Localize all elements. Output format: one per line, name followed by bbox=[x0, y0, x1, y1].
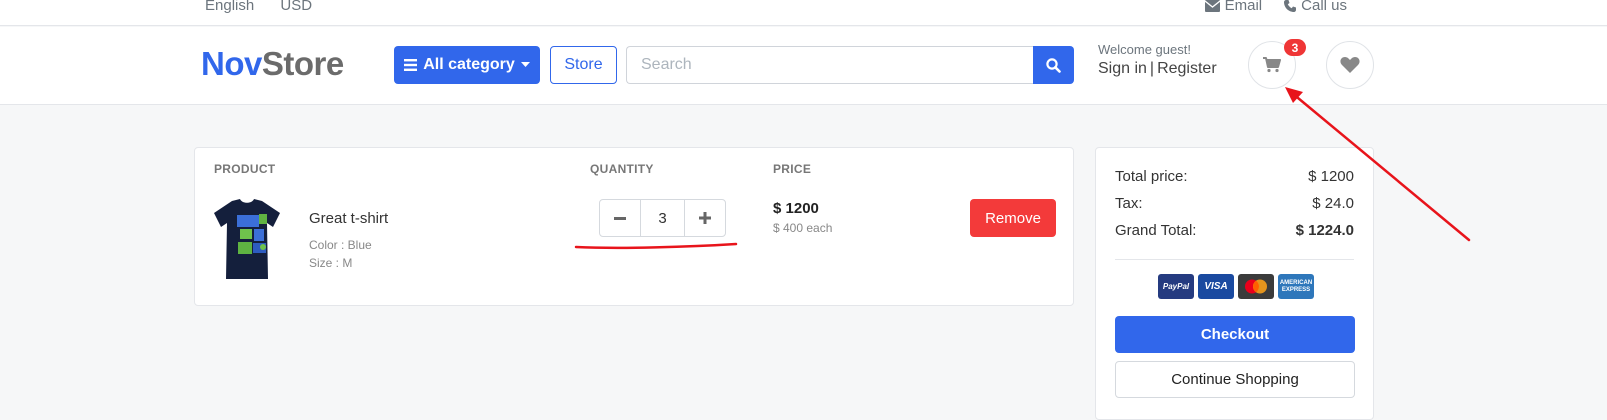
order-summary: Total price: $ 1200 Tax: $ 24.0 Grand To… bbox=[1095, 147, 1374, 420]
product-attributes: Color : Blue Size : M bbox=[309, 236, 372, 272]
column-header-quantity: QUANTITY bbox=[590, 162, 654, 176]
call-label: Call us bbox=[1301, 0, 1347, 14]
store-button[interactable]: Store bbox=[550, 46, 617, 84]
summary-row-total: Total price: $ 1200 bbox=[1115, 168, 1354, 185]
visa-logo: VISA bbox=[1198, 274, 1234, 299]
summary-divider bbox=[1115, 259, 1354, 260]
quantity-stepper: 3 bbox=[599, 199, 726, 237]
product-color: Color : Blue bbox=[309, 238, 372, 252]
item-total-price: $ 1200 bbox=[773, 200, 819, 217]
call-link[interactable]: Call us bbox=[1284, 0, 1347, 14]
product-size: Size : M bbox=[309, 256, 353, 270]
summary-row-tax: Tax: $ 24.0 bbox=[1115, 195, 1354, 212]
cart-table: PRODUCT QUANTITY PRICE Great t-shirt Col… bbox=[194, 147, 1074, 306]
welcome-text: Welcome guest! bbox=[1098, 42, 1191, 57]
mastercard-circles-icon bbox=[1245, 279, 1267, 294]
auth-separator: | bbox=[1149, 60, 1155, 77]
sign-in-link[interactable]: Sign in bbox=[1098, 60, 1147, 77]
store-logo[interactable]: NovStore bbox=[201, 45, 344, 83]
summary-row-grand-total: Grand Total: $ 1224.0 bbox=[1115, 222, 1354, 239]
column-header-price: PRICE bbox=[773, 162, 812, 176]
tax-label: Tax: bbox=[1115, 195, 1143, 212]
email-link[interactable]: Email bbox=[1204, 0, 1263, 14]
email-label: Email bbox=[1224, 0, 1263, 14]
all-category-button[interactable]: All category bbox=[394, 46, 540, 84]
decrease-quantity-button[interactable] bbox=[600, 200, 640, 236]
top-bar: English USD Email Call us bbox=[0, 0, 1607, 26]
minus-icon bbox=[614, 216, 626, 220]
continue-shopping-button[interactable]: Continue Shopping bbox=[1115, 361, 1355, 398]
cart-count-badge: 3 bbox=[1284, 39, 1306, 56]
auth-links: Sign in | Register bbox=[1098, 60, 1217, 78]
search-icon bbox=[1046, 57, 1061, 73]
heart-icon bbox=[1340, 57, 1360, 73]
checkout-button[interactable]: Checkout bbox=[1115, 316, 1355, 353]
increase-quantity-button[interactable] bbox=[685, 200, 725, 236]
remove-item-button[interactable]: Remove bbox=[970, 199, 1056, 237]
logo-part-2: Store bbox=[261, 45, 344, 82]
mastercard-logo bbox=[1238, 274, 1274, 299]
item-unit-price: $ 400 each bbox=[773, 221, 833, 235]
main-header: NovStore All category Store Welcome gues… bbox=[0, 27, 1607, 105]
caret-down-icon bbox=[520, 62, 530, 67]
total-price-value: $ 1200 bbox=[1308, 168, 1354, 185]
quantity-value[interactable]: 3 bbox=[640, 200, 685, 236]
tax-value: $ 24.0 bbox=[1312, 195, 1354, 212]
shopping-cart-icon bbox=[1263, 57, 1281, 73]
logo-part-1: Nov bbox=[201, 45, 262, 82]
search-input[interactable] bbox=[626, 46, 1033, 84]
all-category-label: All category bbox=[423, 56, 515, 73]
wishlist-button[interactable] bbox=[1326, 41, 1374, 89]
envelope-icon bbox=[1204, 0, 1220, 12]
currency-selector[interactable]: USD bbox=[280, 0, 312, 14]
amex-logo: AMERICAN EXPRESS bbox=[1278, 274, 1314, 299]
total-price-label: Total price: bbox=[1115, 168, 1188, 185]
language-selector[interactable]: English bbox=[205, 0, 254, 14]
product-name[interactable]: Great t-shirt bbox=[309, 210, 388, 227]
welcome-block: Welcome guest! Sign in | Register bbox=[1098, 42, 1217, 78]
grand-total-label: Grand Total: bbox=[1115, 222, 1197, 239]
locale-group: English USD bbox=[205, 0, 334, 14]
paypal-logo: PayPal bbox=[1158, 274, 1194, 299]
plus-icon bbox=[699, 212, 711, 224]
register-link[interactable]: Register bbox=[1157, 60, 1217, 77]
phone-icon bbox=[1284, 0, 1297, 12]
payment-methods: PayPal VISA AMERICAN EXPRESS bbox=[1158, 274, 1314, 299]
search-button[interactable] bbox=[1033, 46, 1074, 84]
column-header-product: PRODUCT bbox=[214, 162, 276, 176]
product-thumbnail[interactable] bbox=[214, 199, 280, 279]
menu-icon bbox=[404, 59, 418, 71]
contact-group: Email Call us bbox=[1204, 0, 1347, 14]
grand-total-value: $ 1224.0 bbox=[1295, 222, 1354, 239]
